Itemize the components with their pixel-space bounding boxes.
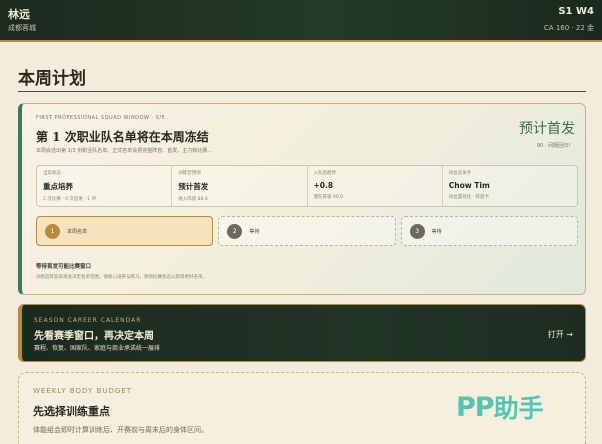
stat-label: 入队后趋势 xyxy=(313,171,337,176)
step-label: 本周名单 xyxy=(67,229,88,235)
stat-value: 预计首发 xyxy=(178,182,209,191)
step-2[interactable]: 2 等待 xyxy=(218,216,396,246)
stat-competitor: 同位竞争手 Chow Tim 同位置对比 · 阵容卡 xyxy=(443,166,577,206)
squad-stats: 当前状态 重点培养 2 次比赛 · 0 次首发 · 1 评 训练营预测 预计首发… xyxy=(36,165,578,207)
squad-card-description: 本周会选出第 1/3 份职业队名单。正式名单会把完整阵容、首发、主力和比赛… xyxy=(36,148,213,154)
stat-value: Chow Tim xyxy=(448,181,490,190)
watermark-cn: 助手 xyxy=(493,394,544,423)
open-calendar-button[interactable]: 打开 → xyxy=(548,329,573,340)
title-divider xyxy=(18,91,586,92)
season-calendar-banner[interactable]: SEASON CAREER CALENDAR 先看赛季窗口，再决定本周 赛程、恢… xyxy=(18,304,586,362)
step-number: 2 xyxy=(227,224,243,239)
step-3[interactable]: 3 等待 xyxy=(400,216,578,246)
step-label: 等待 xyxy=(249,229,260,235)
ca-money-readout: CA 160 · 22 金 xyxy=(543,24,594,32)
stat-camp-prediction: 训练营预测 预计首发 进入阵容 88.6 xyxy=(172,166,308,206)
stat-note: 潜在阵容 90.0 xyxy=(313,195,343,200)
stat-current-status: 当前状态 重点培养 2 次比赛 · 0 次首发 · 1 评 xyxy=(37,166,173,206)
pp-assistant-watermark-logo: PP 助手 xyxy=(456,389,544,425)
stat-label: 当前状态 xyxy=(43,171,61,176)
stat-label: 训练营预测 xyxy=(178,171,201,176)
calendar-eyebrow: SEASON CAREER CALENDAR xyxy=(34,317,142,324)
step-number: 3 xyxy=(409,224,425,239)
top-bar: 林远 成都蓉城 S1 W4 CA 160 · 22 金 xyxy=(0,0,602,42)
club-name: 成都蓉城 xyxy=(8,24,36,32)
player-name: 林远 xyxy=(8,8,30,21)
body-budget-description: 体能组会即时计算训练后、开赛前与周末后的身体区间。 xyxy=(33,426,208,434)
stat-note: 2 次比赛 · 0 次首发 · 1 评 xyxy=(43,197,96,202)
stat-label: 同位竞争手 xyxy=(448,171,472,176)
stat-value: +0.8 xyxy=(313,181,334,190)
stat-note: 进入阵容 88.6 xyxy=(178,197,208,202)
calendar-description: 赛程、恢复、国家队、家庭与商业承诺统一展排 xyxy=(34,345,161,352)
body-budget-title: 先选择训练重点 xyxy=(33,405,110,418)
squad-eyebrow: FIRST PROFESSIONAL SQUAD WINDOW · 0/5 xyxy=(36,115,166,121)
stat-trend: 入队后趋势 +0.8 潜在阵容 90.0 xyxy=(308,166,443,206)
watermark-latin: PP xyxy=(456,391,495,423)
season-week: S1 W4 xyxy=(558,6,594,17)
calendar-title: 先看赛季窗口，再决定本周 xyxy=(34,331,154,342)
squad-card-title: 第 1 次职业队名单将在本周冻结 xyxy=(36,130,209,144)
stat-value: 重点培养 xyxy=(43,182,73,191)
step-number: 1 xyxy=(45,224,60,239)
step-label: 等待 xyxy=(431,229,442,235)
squad-footer-description: 训练后阵容表现会决定名单范围，请耐心培养与练习，保持比赛状态以获得更好名单。 xyxy=(36,275,207,280)
step-1[interactable]: 1 本周名单 xyxy=(36,216,214,246)
page-title: 本周计划 xyxy=(18,69,86,89)
prediction-note: 90 · 间隔回归！ xyxy=(536,143,573,149)
squad-footer-title: 等待首发可能比赛窗口 xyxy=(36,264,92,270)
squad-window-card: FIRST PROFESSIONAL SQUAD WINDOW · 0/5 第 … xyxy=(18,103,586,295)
squad-steps: 1 本周名单 2 等待 3 等待 xyxy=(36,216,578,246)
stat-note: 同位置对比 · 阵容卡 xyxy=(448,195,490,200)
prediction-status: 预计首发 xyxy=(519,121,575,137)
body-budget-eyebrow: WEEKLY BODY BUDGET xyxy=(33,387,132,395)
